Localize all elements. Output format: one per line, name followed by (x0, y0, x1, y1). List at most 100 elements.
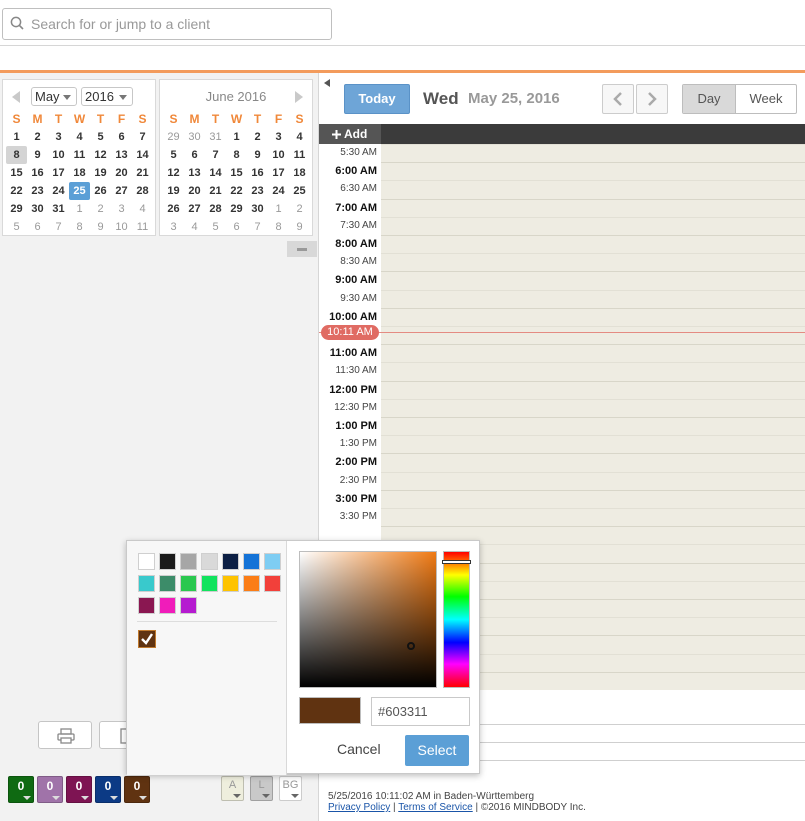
color-swatch[interactable] (180, 575, 197, 592)
color-swatch[interactable] (180, 553, 197, 570)
calendar-day[interactable]: 1 (226, 128, 247, 146)
calendar-day[interactable]: 10 (268, 146, 289, 164)
prev-day-button[interactable] (602, 84, 634, 114)
print-button[interactable] (38, 721, 92, 749)
today-button[interactable]: Today (344, 84, 410, 114)
calendar-day[interactable]: 6 (184, 146, 205, 164)
calendar-day[interactable]: 29 (6, 200, 27, 218)
calendar-day[interactable]: 7 (247, 218, 268, 236)
calendar-day[interactable]: 7 (132, 128, 153, 146)
view-day-button[interactable]: Day (683, 85, 736, 113)
calendar-day[interactable]: 3 (111, 200, 132, 218)
calendar-day[interactable]: 9 (90, 218, 111, 236)
calendar-day[interactable]: 30 (247, 200, 268, 218)
calendar-day[interactable]: 30 (27, 200, 48, 218)
calendar-day[interactable]: 5 (90, 128, 111, 146)
calendar-day[interactable]: 22 (226, 182, 247, 200)
color-swatch[interactable] (222, 553, 239, 570)
calendar-day[interactable]: 9 (247, 146, 268, 164)
calendar-day[interactable]: 27 (184, 200, 205, 218)
year-select[interactable]: 2016 (81, 87, 133, 106)
calendar-day[interactable]: 25 (289, 182, 310, 200)
collapse-sidebar-button[interactable] (320, 75, 336, 91)
client-search[interactable] (2, 8, 332, 40)
style-chip[interactable]: A (221, 776, 244, 801)
calendar-day[interactable]: 5 (163, 146, 184, 164)
calendar-day[interactable]: 6 (226, 218, 247, 236)
color-swatch[interactable] (138, 575, 155, 592)
color-chip[interactable]: 0 (37, 776, 63, 803)
color-swatch[interactable] (138, 553, 155, 570)
color-swatch[interactable] (243, 553, 260, 570)
next-day-button[interactable] (636, 84, 668, 114)
prev-month-arrow-icon[interactable] (12, 91, 20, 103)
color-swatch[interactable] (264, 575, 281, 592)
style-chip[interactable]: L (250, 776, 273, 801)
calendar-day[interactable]: 11 (289, 146, 310, 164)
calendar-day[interactable]: 4 (132, 200, 153, 218)
calendar-day[interactable]: 13 (184, 164, 205, 182)
color-swatch[interactable] (222, 575, 239, 592)
calendar-day[interactable]: 8 (6, 146, 27, 164)
calendar-day[interactable]: 5 (205, 218, 226, 236)
color-swatch[interactable] (243, 575, 260, 592)
cancel-button[interactable]: Cancel (337, 741, 381, 757)
calendar-day[interactable]: 4 (69, 128, 90, 146)
calendar-day[interactable]: 14 (132, 146, 153, 164)
calendar-day[interactable]: 15 (226, 164, 247, 182)
calendar-day[interactable]: 31 (205, 128, 226, 146)
calendar-day[interactable]: 11 (132, 218, 153, 236)
calendar-day[interactable]: 28 (132, 182, 153, 200)
calendar-day[interactable]: 25 (69, 182, 90, 200)
color-selector-handle[interactable] (407, 642, 415, 650)
calendar-day[interactable]: 19 (90, 164, 111, 182)
selected-custom-swatch[interactable] (138, 630, 156, 648)
calendar-day[interactable]: 3 (268, 128, 289, 146)
color-swatch[interactable] (159, 575, 176, 592)
calendar-day[interactable]: 28 (205, 200, 226, 218)
calendar-day[interactable]: 15 (6, 164, 27, 182)
color-swatch[interactable] (138, 597, 155, 614)
calendar-day[interactable]: 18 (69, 164, 90, 182)
calendar-day[interactable]: 16 (247, 164, 268, 182)
calendar-day[interactable]: 30 (184, 128, 205, 146)
calendar-day[interactable]: 1 (6, 128, 27, 146)
calendar-day[interactable]: 23 (247, 182, 268, 200)
calendar-day[interactable]: 17 (268, 164, 289, 182)
color-chip[interactable]: 0 (8, 776, 34, 803)
search-input[interactable] (31, 13, 321, 35)
calendar-day[interactable]: 4 (289, 128, 310, 146)
calendar-day[interactable]: 27 (111, 182, 132, 200)
style-chip[interactable]: BG (279, 776, 302, 801)
calendar-day[interactable]: 26 (163, 200, 184, 218)
hue-slider-handle[interactable] (442, 560, 471, 564)
calendar-day[interactable]: 4 (184, 218, 205, 236)
calendar-day[interactable]: 14 (205, 164, 226, 182)
calendar-day[interactable]: 2 (27, 128, 48, 146)
calendar-day[interactable]: 3 (48, 128, 69, 146)
terms-of-service-link[interactable]: Terms of Service (398, 802, 472, 813)
calendar-day[interactable]: 12 (163, 164, 184, 182)
color-swatch[interactable] (201, 553, 218, 570)
calendar-day[interactable]: 7 (48, 218, 69, 236)
color-swatch[interactable] (201, 575, 218, 592)
calendar-day[interactable]: 24 (268, 182, 289, 200)
calendar-day[interactable]: 10 (111, 218, 132, 236)
calendar-day[interactable]: 9 (289, 218, 310, 236)
calendar-day[interactable]: 23 (27, 182, 48, 200)
color-swatch[interactable] (159, 553, 176, 570)
calendar-day[interactable]: 8 (69, 218, 90, 236)
calendar-day[interactable]: 8 (268, 218, 289, 236)
calendar-day[interactable]: 12 (90, 146, 111, 164)
color-chip[interactable]: 0 (95, 776, 121, 803)
calendar-day[interactable]: 6 (27, 218, 48, 236)
view-week-button[interactable]: Week (736, 85, 796, 113)
calendar-day[interactable]: 13 (111, 146, 132, 164)
select-button[interactable]: Select (405, 735, 469, 766)
calendar-day[interactable]: 24 (48, 182, 69, 200)
calendar-day[interactable]: 5 (6, 218, 27, 236)
calendar-day[interactable]: 20 (111, 164, 132, 182)
calendar-day[interactable]: 17 (48, 164, 69, 182)
next-month-arrow-icon[interactable] (295, 91, 303, 103)
color-chip[interactable]: 0 (66, 776, 92, 803)
